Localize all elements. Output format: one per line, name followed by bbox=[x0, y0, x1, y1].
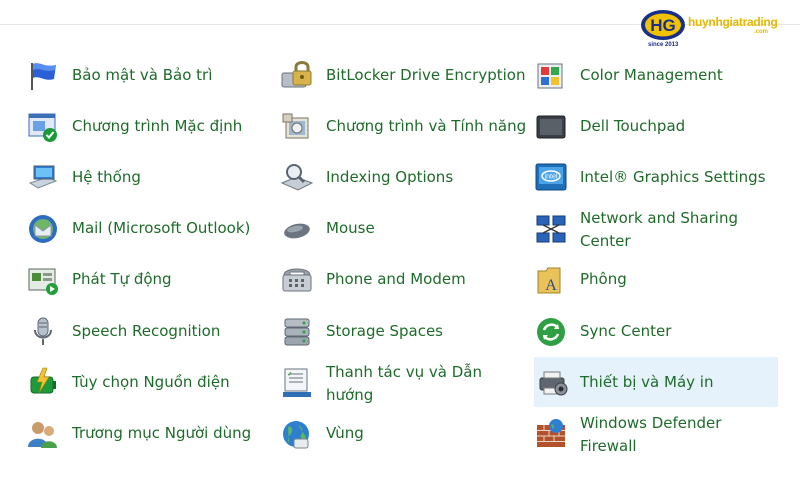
storage-spaces-icon bbox=[284, 318, 310, 346]
cp-item-dell-touchpad[interactable]: Dell Touchpad bbox=[534, 103, 778, 149]
taskbar-icon bbox=[283, 368, 311, 397]
cp-item-sync-center[interactable]: Sync Center bbox=[534, 308, 778, 354]
cp-item-speech-recognition[interactable]: Speech Recognition bbox=[26, 308, 266, 354]
touchpad-icon bbox=[536, 115, 566, 139]
sync-icon bbox=[537, 318, 565, 346]
cp-item-system[interactable]: Hệ thống bbox=[26, 154, 266, 200]
devices-printers-icon bbox=[539, 371, 568, 396]
bitlocker-icon bbox=[281, 61, 312, 88]
firewall-icon bbox=[537, 419, 565, 447]
network-icon bbox=[536, 215, 566, 243]
cp-item-power-options[interactable]: Tùy chọn Nguồn điện bbox=[26, 359, 266, 405]
cp-item-label: Thiết bị và Máy in bbox=[580, 373, 714, 391]
default-programs-icon bbox=[28, 113, 57, 142]
logo-since: since 2013 bbox=[648, 42, 679, 48]
cp-item-bitlocker[interactable]: BitLocker Drive Encryption bbox=[280, 52, 530, 98]
cp-item-security-maintenance[interactable]: Bảo mật và Bảo trì bbox=[26, 52, 266, 98]
cp-item-autoplay[interactable]: Phát Tự động bbox=[26, 256, 266, 302]
cp-item-label: Phông bbox=[580, 270, 627, 288]
cp-item-region[interactable]: Vùng bbox=[280, 410, 530, 456]
cp-item-mail[interactable]: Mail (Microsoft Outlook) bbox=[26, 205, 266, 251]
cp-item-label: Chương trình Mặc định bbox=[72, 117, 243, 135]
cp-item-color-management[interactable]: Color Management bbox=[534, 52, 778, 98]
microphone-icon bbox=[34, 317, 52, 345]
cp-item-user-accounts[interactable]: Trương mục Người dùng bbox=[26, 410, 266, 456]
cp-item-label: BitLocker Drive Encryption bbox=[326, 66, 526, 84]
cp-item-label: Dell Touchpad bbox=[580, 117, 686, 135]
fonts-icon: A bbox=[537, 267, 561, 294]
logo-suffix: .com bbox=[754, 29, 769, 35]
cp-item-label: Mouse bbox=[326, 219, 375, 237]
power-options-icon bbox=[30, 367, 56, 394]
cp-item-label: Bảo mật và Bảo trì bbox=[72, 66, 213, 84]
cp-item-network-sharing[interactable]: Network and Sharing Center bbox=[534, 205, 778, 251]
cp-item-indexing-options[interactable]: Indexing Options bbox=[280, 154, 530, 200]
cp-item-label: Speech Recognition bbox=[72, 322, 221, 340]
cp-item-label: Storage Spaces bbox=[326, 322, 443, 340]
indexing-icon bbox=[280, 164, 314, 191]
watermark-logo: HG huynhgiatrading .com since 2013 bbox=[636, 8, 786, 52]
cp-item-label: Sync Center bbox=[580, 322, 672, 340]
cp-item-default-programs[interactable]: Chương trình Mặc định bbox=[26, 103, 266, 149]
cp-item-label: Hệ thống bbox=[72, 168, 141, 186]
intel-graphics-icon: intel bbox=[535, 163, 567, 191]
svg-text:HG: HG bbox=[650, 16, 676, 35]
cp-item-label: Thanh tác vụ và Dẫn hướng bbox=[326, 363, 482, 404]
cp-item-taskbar-navigation[interactable]: Thanh tác vụ và Dẫn hướng bbox=[280, 359, 530, 405]
cp-item-label: Mail (Microsoft Outlook) bbox=[72, 219, 251, 237]
security-flag-icon bbox=[31, 63, 56, 90]
cp-item-label: Intel® Graphics Settings bbox=[580, 168, 766, 186]
logo-brand: huynhgiatrading bbox=[688, 15, 778, 29]
region-icon bbox=[283, 421, 309, 449]
cp-item-label: Phát Tự động bbox=[72, 270, 172, 288]
cp-item-phone-modem[interactable]: Phone and Modem bbox=[280, 256, 530, 302]
cp-item-devices-printers[interactable]: Thiết bị và Máy in bbox=[534, 357, 778, 407]
cp-item-label: Vùng bbox=[326, 424, 364, 442]
cp-item-label: Phone and Modem bbox=[326, 270, 466, 288]
cp-item-label: Indexing Options bbox=[326, 168, 454, 186]
cp-item-label: Windows Defender Firewall bbox=[580, 414, 722, 455]
programs-features-icon bbox=[282, 113, 309, 139]
cp-item-label: Network and Sharing Center bbox=[580, 209, 738, 250]
cp-item-programs-features[interactable]: Chương trình và Tính năng bbox=[280, 103, 530, 149]
cp-item-windows-firewall[interactable]: Windows Defender Firewall bbox=[534, 410, 778, 456]
cp-item-fonts[interactable]: A Phông bbox=[534, 256, 778, 302]
cp-item-label: Color Management bbox=[580, 66, 723, 84]
autoplay-icon bbox=[28, 268, 58, 295]
cp-item-label: Trương mục Người dùng bbox=[72, 424, 252, 442]
cp-item-label: Tùy chọn Nguồn điện bbox=[72, 373, 230, 391]
mouse-icon bbox=[284, 223, 310, 239]
user-accounts-icon bbox=[28, 422, 57, 448]
logo-mark-icon: HG bbox=[641, 10, 685, 40]
cp-item-intel-graphics[interactable]: intel Intel® Graphics Settings bbox=[534, 154, 778, 200]
mail-icon bbox=[29, 215, 57, 243]
svg-text:A: A bbox=[545, 277, 557, 294]
color-management-icon bbox=[537, 63, 563, 89]
cp-item-label: Chương trình và Tính năng bbox=[326, 117, 527, 135]
system-icon bbox=[28, 165, 58, 189]
phone-modem-icon bbox=[282, 268, 312, 292]
cp-item-mouse[interactable]: Mouse bbox=[280, 205, 530, 251]
svg-text:intel: intel bbox=[545, 174, 558, 181]
cp-item-storage-spaces[interactable]: Storage Spaces bbox=[280, 308, 530, 354]
